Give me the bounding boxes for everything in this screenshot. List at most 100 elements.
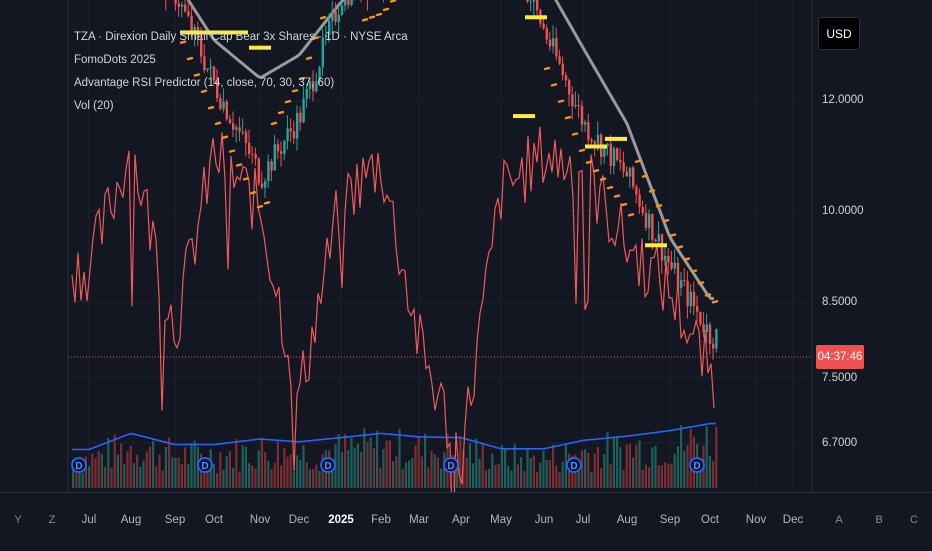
- volume-bar: [622, 470, 625, 488]
- candle-body: [552, 38, 555, 47]
- candle-body: [260, 183, 264, 188]
- volume-bar: [632, 457, 635, 488]
- volume-bar: [680, 425, 683, 488]
- candle-body: [529, 1, 532, 3]
- volume-bar: [584, 449, 587, 488]
- volume-bar: [97, 451, 100, 488]
- stop-dash: [368, 15, 376, 19]
- time-tick: Dec: [782, 514, 804, 526]
- side-key-b[interactable]: B: [875, 514, 882, 526]
- volume-bar: [414, 445, 417, 488]
- volume-bar: [107, 437, 110, 488]
- volume-bar: [683, 450, 686, 488]
- candle-body: [337, 14, 340, 22]
- candle-body: [532, 0, 536, 2]
- candle-body: [545, 28, 548, 40]
- stop-dash: [249, 191, 257, 195]
- candle-body: [619, 159, 622, 163]
- volume-bar: [500, 445, 503, 488]
- volume-bar: [369, 437, 372, 488]
- side-key-a[interactable]: A: [835, 514, 842, 526]
- volume-bar: [180, 464, 183, 488]
- volume-bar: [296, 455, 299, 488]
- volume-bar: [344, 434, 347, 488]
- volume-bar: [628, 443, 631, 488]
- candle-body: [670, 262, 673, 269]
- candle-body: [612, 148, 616, 166]
- volume-bar: [158, 454, 161, 488]
- volume-bar: [660, 465, 663, 488]
- stop-dash: [228, 149, 236, 153]
- stop-dash: [543, 66, 551, 71]
- price-tick: 7.5000: [822, 372, 858, 384]
- volume-bar: [641, 469, 644, 488]
- side-key-y[interactable]: Y: [14, 514, 21, 526]
- stop-dash: [375, 12, 383, 17]
- volume-bar: [529, 458, 532, 488]
- stop-dash: [571, 132, 579, 136]
- candle-body: [590, 139, 593, 142]
- candle-body: [238, 127, 241, 132]
- volume-bar: [161, 470, 164, 488]
- symbol-title[interactable]: TZA · Direxion Daily Small Cap Bear 3x S…: [74, 26, 408, 49]
- volume-bar: [507, 466, 510, 488]
- volume-bar: [593, 453, 596, 488]
- volume-bar: [382, 449, 385, 488]
- candle-body: [228, 119, 232, 124]
- stop-dash: [690, 269, 698, 273]
- candle-body: [660, 234, 664, 261]
- candle-body: [654, 239, 657, 242]
- candle-body: [596, 134, 600, 144]
- volume-bar: [401, 468, 404, 488]
- candle-body: [267, 161, 270, 182]
- indicator-fomodots[interactable]: FomoDots 2025: [74, 49, 408, 72]
- volume-bar: [420, 456, 423, 488]
- candle-body: [558, 56, 561, 64]
- stop-dash: [557, 99, 565, 103]
- time-tick: Oct: [205, 514, 223, 526]
- candle-body: [292, 131, 296, 139]
- volume-bar: [491, 453, 494, 488]
- volume-bar: [408, 460, 411, 488]
- candle-body: [580, 105, 584, 125]
- volume-bar: [542, 450, 545, 488]
- bar-countdown: 04:37:46: [816, 345, 864, 369]
- volume-bar: [494, 465, 497, 488]
- candle-body: [244, 131, 248, 143]
- candle-body: [680, 279, 683, 288]
- currency-button[interactable]: USD: [818, 17, 860, 50]
- candle-body: [692, 291, 696, 307]
- volume-bar: [600, 467, 603, 488]
- volume-bar: [433, 454, 436, 488]
- side-key-c[interactable]: C: [910, 514, 918, 526]
- volume-bar: [254, 468, 257, 488]
- volume-bar: [244, 446, 247, 488]
- stop-dash: [592, 168, 600, 173]
- volume-bar: [510, 470, 513, 488]
- volume-bar: [337, 434, 340, 488]
- volume-bar: [187, 463, 190, 488]
- volume-bar: [488, 468, 491, 488]
- volume-bar: [708, 455, 711, 488]
- volume-bar: [164, 447, 167, 488]
- volume-bar: [555, 465, 558, 488]
- indicator-volume[interactable]: Vol (20): [74, 95, 408, 118]
- time-tick: Jul: [575, 514, 591, 526]
- dividend-marker-label: D: [570, 461, 577, 472]
- candle-body: [350, 0, 353, 5]
- volume-bar: [238, 471, 241, 488]
- candle-body: [673, 262, 676, 269]
- side-key-z[interactable]: Z: [49, 514, 56, 526]
- volume-bar: [136, 454, 139, 488]
- volume-bar: [606, 432, 609, 488]
- volume-bar: [132, 463, 135, 488]
- volume-bar: [216, 473, 219, 488]
- volume-bar: [504, 449, 507, 488]
- indicator-rsi-predictor[interactable]: Advantage RSI Predictor (14, close, 70, …: [74, 72, 408, 95]
- volume-bar: [651, 447, 654, 488]
- candle-body: [344, 0, 347, 6]
- price-tick: 10.0000: [822, 205, 864, 217]
- candle-body: [699, 311, 702, 325]
- candle-body: [632, 167, 635, 187]
- volume-bar: [475, 438, 478, 488]
